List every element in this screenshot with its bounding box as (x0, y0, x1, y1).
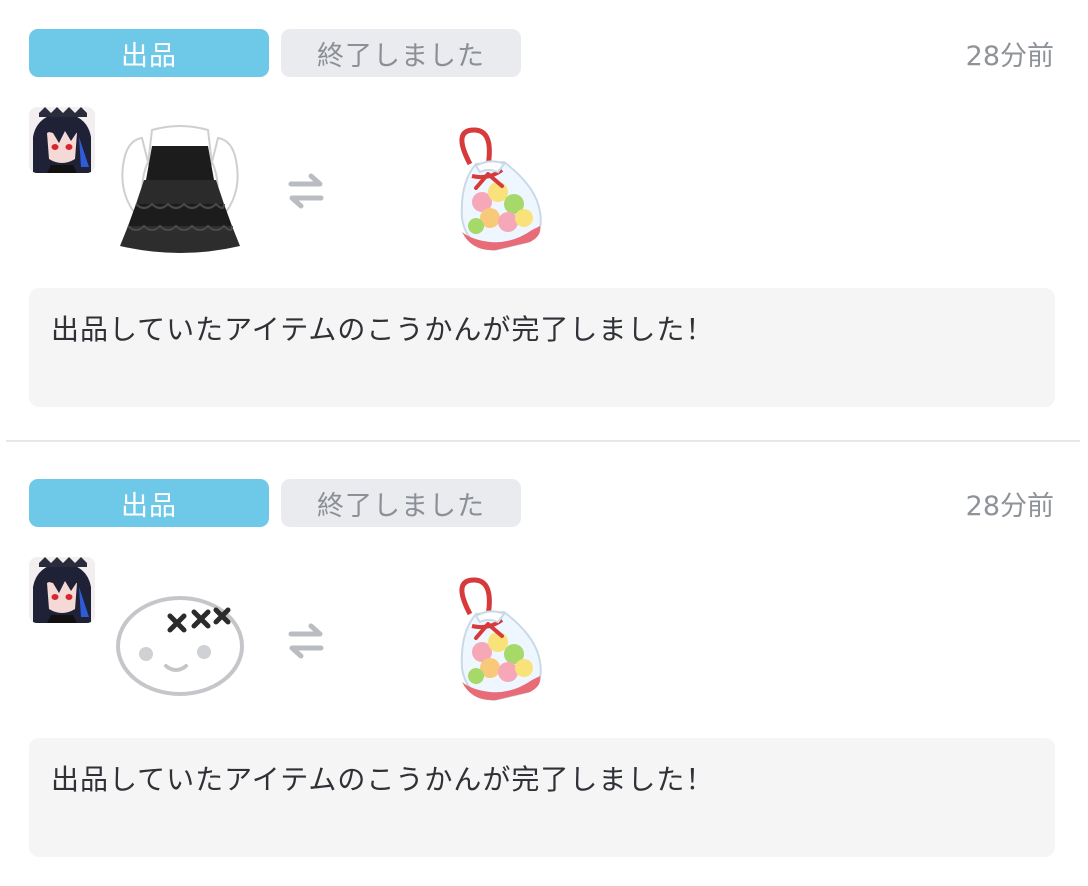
black-frill-dress-icon[interactable] (100, 120, 260, 270)
candy-bag-icon[interactable] (432, 122, 562, 262)
candy-bag-icon[interactable] (432, 572, 562, 712)
status-badge: 終了しました (281, 479, 521, 527)
type-badge: 出品 (29, 29, 269, 77)
face-with-x-eyes-icon[interactable] (100, 570, 260, 720)
message-text: 出品していたアイテムのこうかんが完了しました！ (51, 313, 715, 346)
avatar[interactable] (29, 557, 95, 623)
timestamp: 28分前 (965, 41, 1054, 72)
exchange-arrows-icon (283, 168, 329, 214)
avatar[interactable] (29, 107, 95, 173)
status-badge: 終了しました (281, 29, 521, 77)
message-box: 出品していたアイテムのこうかんが完了しました！ (29, 738, 1055, 857)
message-text: 出品していたアイテムのこうかんが完了しました！ (51, 763, 715, 796)
notification-item[interactable]: 出品 終了しました 28分前 出品していたアイテムのこうかんが完了しました！ (0, 0, 1088, 436)
type-badge: 出品 (29, 479, 269, 527)
exchange-arrows-icon (283, 618, 329, 664)
divider (6, 440, 1080, 442)
notification-item[interactable]: 出品 終了しました 28分前 出品していたアイテムのこうかんが完了しました！ (0, 450, 1088, 886)
message-box: 出品していたアイテムのこうかんが完了しました！ (29, 288, 1055, 407)
timestamp: 28分前 (965, 491, 1054, 522)
